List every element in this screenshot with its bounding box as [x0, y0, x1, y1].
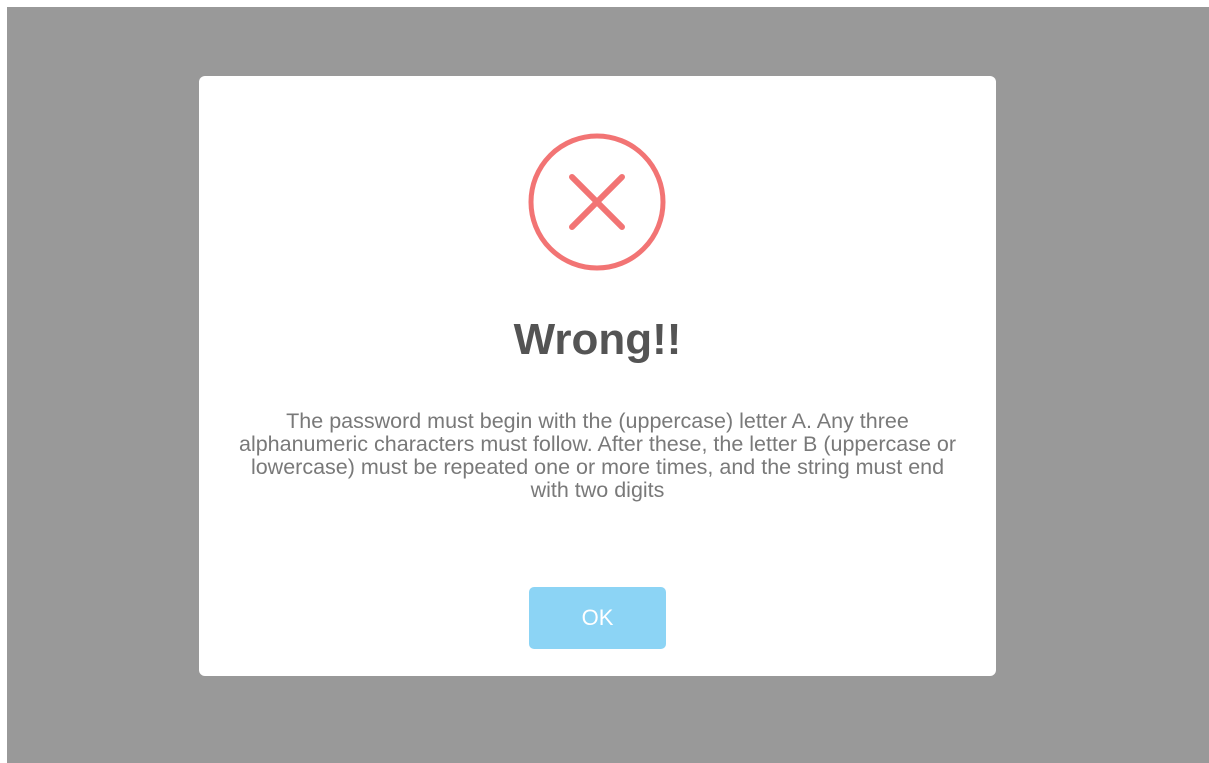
ok-button[interactable]: OK: [529, 587, 666, 649]
dialog-message: The password must begin with the (upperc…: [238, 409, 957, 502]
dialog-title: Wrong!!: [513, 315, 682, 364]
alert-dialog: Wrong!! The password must begin with the…: [199, 76, 996, 676]
error-x-icon: [528, 133, 666, 271]
